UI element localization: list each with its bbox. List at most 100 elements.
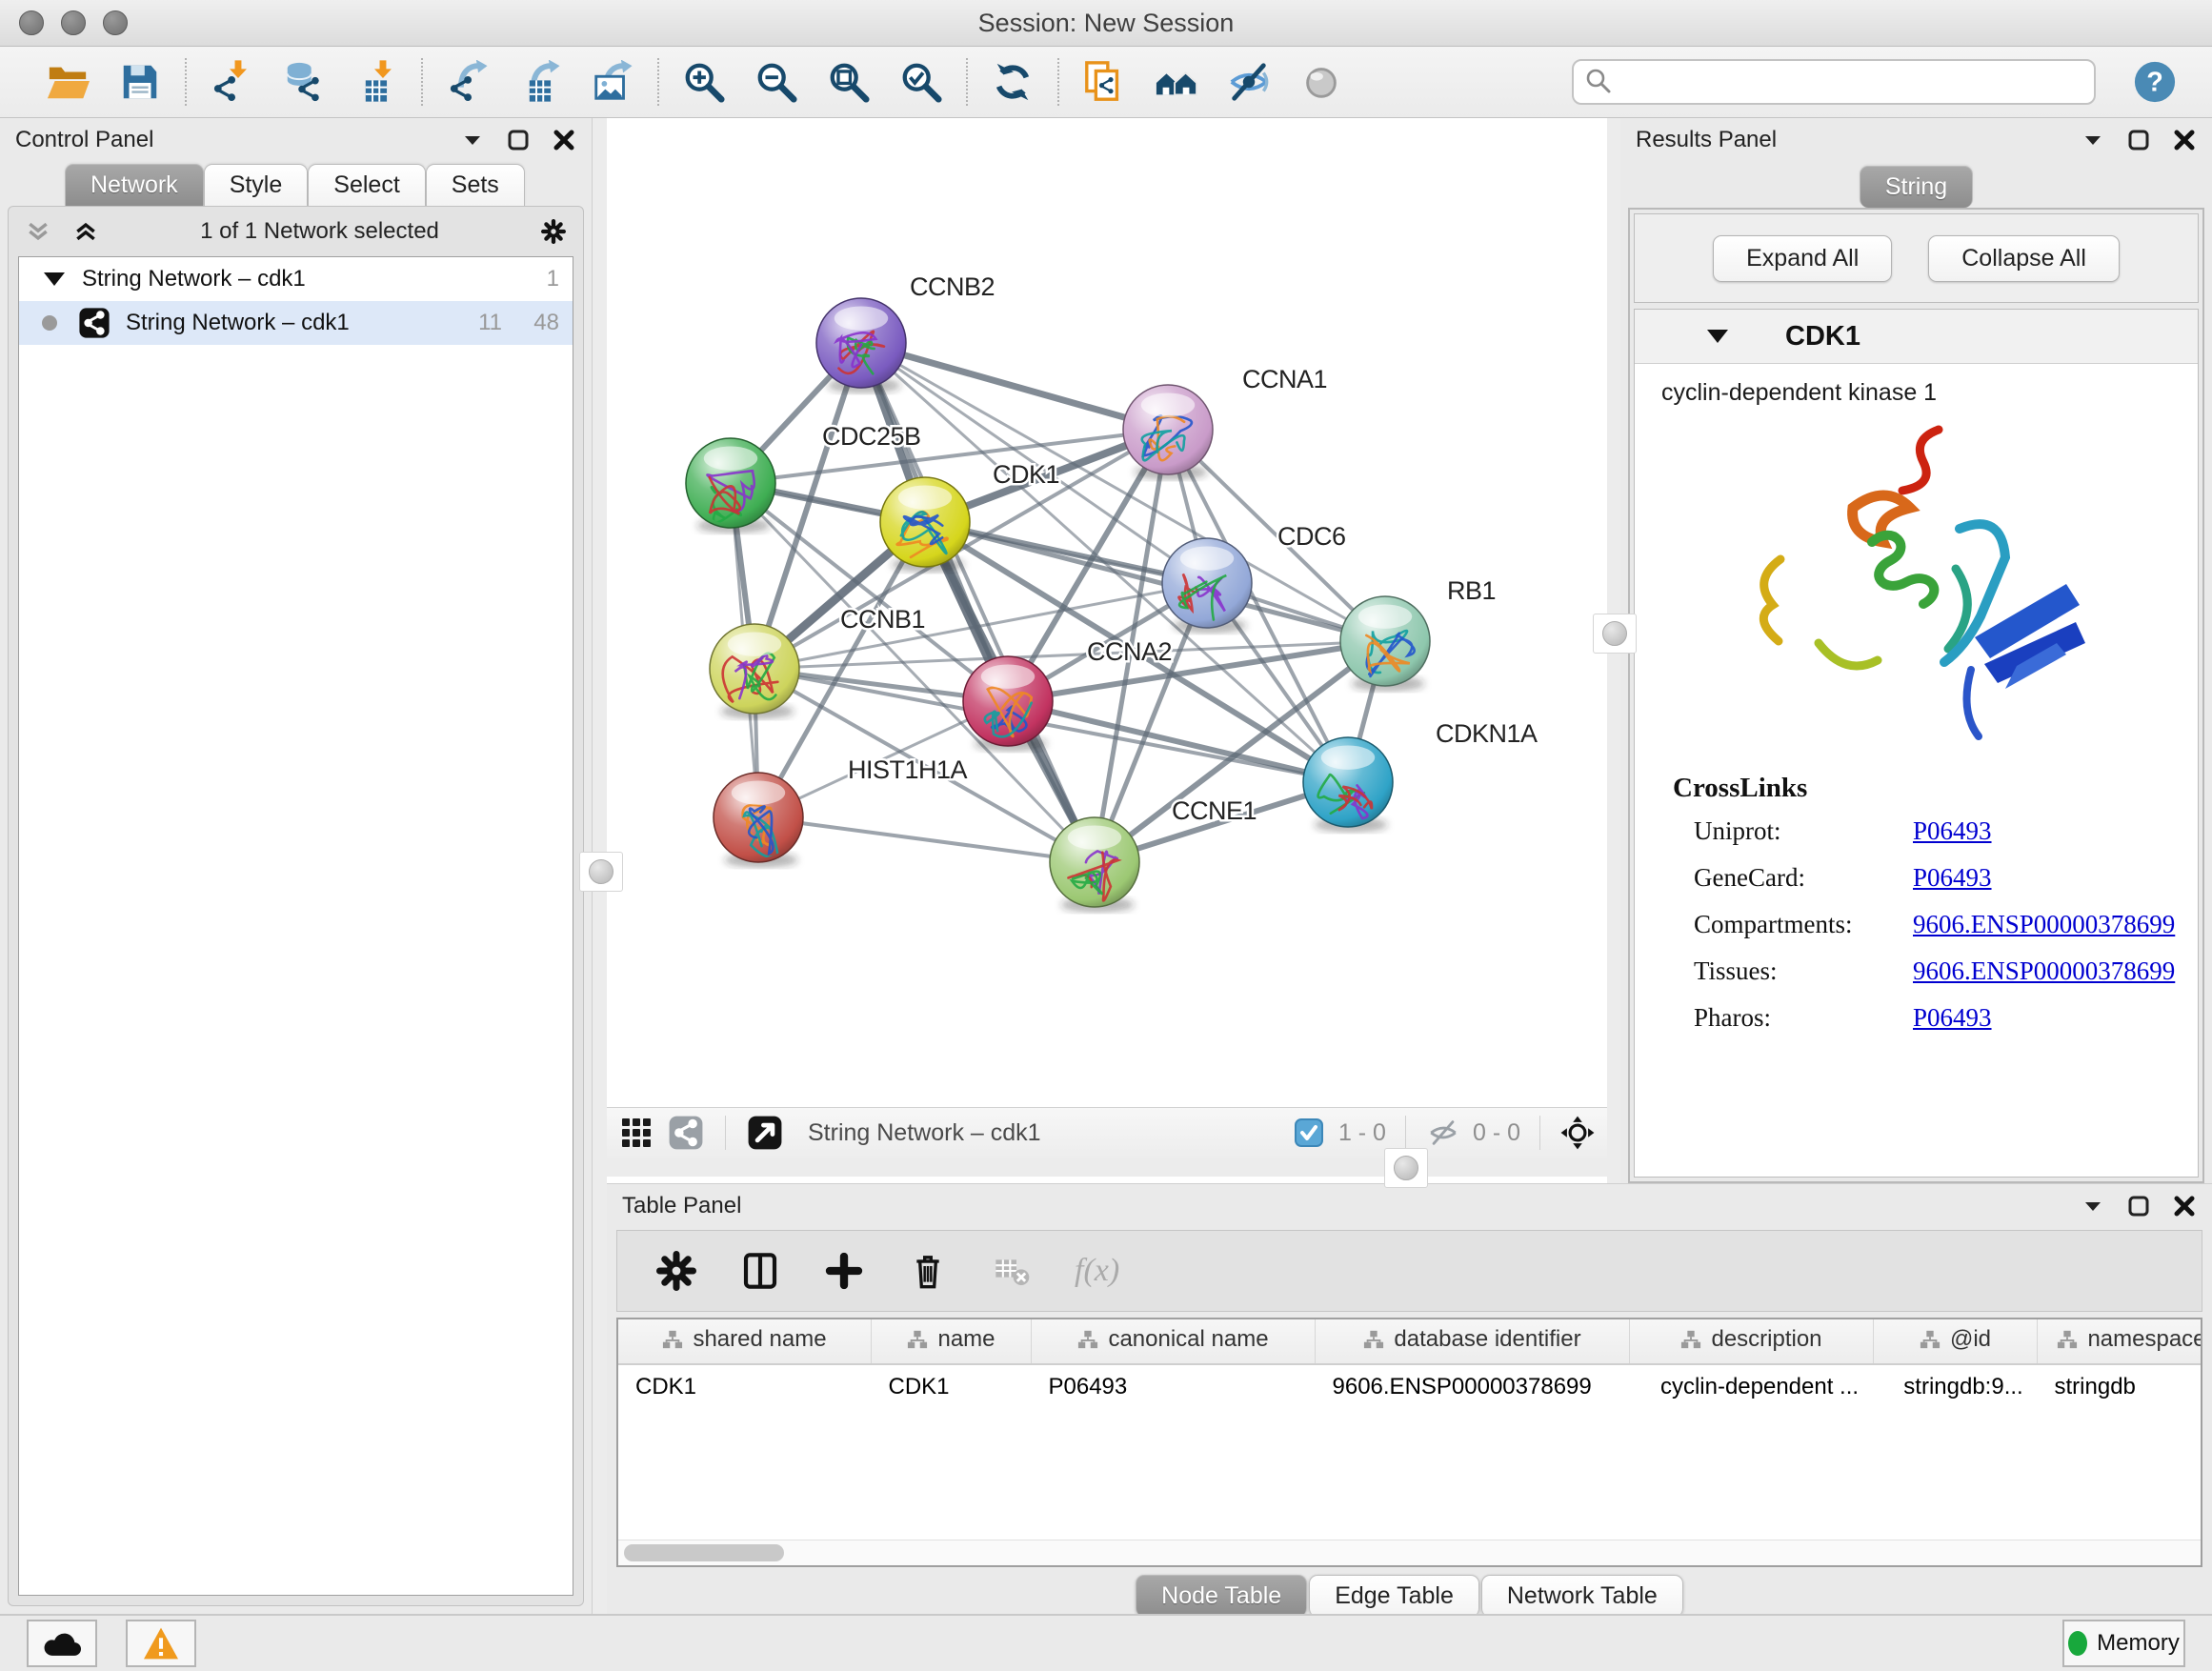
crosslink-link[interactable]: P06493 [1913, 816, 1992, 846]
network-edge-CCNE1-HIST1H1A[interactable] [758, 817, 1095, 862]
hide-selected-icon[interactable] [1225, 58, 1273, 106]
table-settings-gear-icon[interactable] [655, 1250, 697, 1292]
column-header-namespace[interactable]: namespace [2038, 1319, 2203, 1364]
collection-expander-icon[interactable] [44, 272, 65, 286]
gene-expander-icon[interactable] [1707, 330, 1728, 343]
node-label-CCNA1: CCNA1 [1242, 365, 1327, 393]
table-row[interactable]: CDK1CDK1P064939606.ENSP00000378699cyclin… [618, 1364, 2202, 1409]
collapse-all-button[interactable]: Collapse All [1928, 235, 2120, 282]
network-row[interactable]: String Network – cdk1 11 48 [19, 301, 573, 345]
tab-network-table[interactable]: Network Table [1481, 1575, 1683, 1617]
import-database-icon[interactable] [280, 58, 328, 106]
gene-section-header[interactable]: CDK1 [1635, 310, 2198, 364]
float-panel-icon[interactable] [506, 128, 531, 152]
network-canvas[interactable]: CCNB2CCNA1CDC25BCDK1CDC6RB1CCNB1CCNA2CDK… [607, 118, 1607, 1107]
warning-button[interactable] [126, 1620, 196, 1667]
network-overview-icon[interactable] [668, 1115, 704, 1151]
open-session-icon[interactable] [44, 58, 91, 106]
close-panel-icon[interactable] [2172, 1194, 2197, 1218]
tab-edge-table[interactable]: Edge Table [1309, 1575, 1479, 1617]
show-hidden-icon[interactable] [1297, 58, 1345, 106]
table-cell[interactable]: 9606.ENSP00000378699 [1316, 1364, 1630, 1409]
close-panel-icon[interactable] [2172, 128, 2197, 152]
network-collection-row[interactable]: String Network – cdk1 1 [19, 257, 573, 301]
add-column-icon[interactable] [823, 1250, 865, 1292]
tab-string[interactable]: String [1860, 166, 1973, 208]
crosslink-label: GeneCard: [1694, 863, 1913, 893]
crosslink-link[interactable]: P06493 [1913, 1003, 1992, 1033]
float-panel-icon[interactable] [2126, 128, 2151, 152]
network-node-CCNE1[interactable]: CCNE1 [1050, 796, 1257, 913]
table-cell[interactable]: CDK1 [872, 1364, 1032, 1409]
function-builder-icon: f(x) [1075, 1253, 1119, 1289]
close-panel-icon[interactable] [552, 128, 576, 152]
table-cell[interactable]: stringdb [2038, 1364, 2203, 1409]
first-neighbors-icon[interactable] [1153, 58, 1200, 106]
control-panel-title: Control Panel [15, 127, 153, 153]
export-image-icon[interactable] [589, 58, 636, 106]
scrollbar-thumb[interactable] [624, 1544, 784, 1561]
network-selection-status: 1 of 1 Network selected [121, 218, 518, 245]
collapse-all-networks-icon[interactable] [26, 219, 50, 244]
zoom-in-icon[interactable] [680, 58, 728, 106]
crosslink-link[interactable]: 9606.ENSP00000378699 [1913, 910, 2175, 939]
network-tree: String Network – cdk1 1 String Network –… [18, 256, 573, 1596]
panel-menu-icon[interactable] [2081, 1194, 2105, 1218]
tab-network[interactable]: Network [65, 164, 204, 206]
bottom-splitter[interactable] [607, 1158, 1607, 1177]
network-options-gear-icon[interactable] [541, 219, 566, 244]
table-cell[interactable]: cyclin-dependent ... [1630, 1364, 1874, 1409]
collection-label: String Network – cdk1 [82, 266, 306, 292]
crosslink-row: Compartments:9606.ENSP00000378699 [1635, 901, 2198, 948]
detach-view-icon[interactable] [747, 1115, 783, 1151]
cloud-status-button[interactable] [27, 1620, 97, 1667]
zoom-fit-icon[interactable] [825, 58, 873, 106]
save-session-icon[interactable] [116, 58, 164, 106]
table-horizontal-scrollbar[interactable] [618, 1540, 2201, 1565]
network-node-RB1[interactable]: RB1 [1340, 576, 1496, 692]
table-cell[interactable]: CDK1 [618, 1364, 872, 1409]
column-header-name[interactable]: name [872, 1319, 1032, 1364]
search-input[interactable] [1572, 59, 2096, 105]
network-from-selection-icon[interactable] [1080, 58, 1128, 106]
tab-node-table[interactable]: Node Table [1136, 1575, 1307, 1617]
column-header-@id[interactable]: @id [1874, 1319, 2038, 1364]
tab-select[interactable]: Select [308, 164, 425, 206]
zoom-out-icon[interactable] [753, 58, 800, 106]
crosslink-link[interactable]: 9606.ENSP00000378699 [1913, 956, 2175, 986]
import-network-icon[interactable] [208, 58, 255, 106]
column-header-database-identifier[interactable]: database identifier [1316, 1319, 1630, 1364]
panel-menu-icon[interactable] [460, 128, 485, 152]
tab-style[interactable]: Style [204, 164, 309, 206]
svg-text:?: ? [2146, 68, 2163, 98]
network-edge-count: 48 [502, 310, 559, 336]
export-table-icon[interactable] [516, 58, 564, 106]
column-header-shared-name[interactable]: shared name [618, 1319, 872, 1364]
delete-column-trash-icon[interactable] [907, 1250, 949, 1292]
column-header-description[interactable]: description [1630, 1319, 1874, 1364]
float-panel-icon[interactable] [2126, 1194, 2151, 1218]
panel-menu-icon[interactable] [2081, 128, 2105, 152]
right-splitter[interactable] [1607, 118, 1620, 1183]
network-node-HIST1H1A[interactable]: HIST1H1A [714, 755, 968, 868]
zoom-selected-icon[interactable] [897, 58, 945, 106]
grid-view-icon[interactable] [618, 1115, 654, 1151]
column-header-canonical-name[interactable]: canonical name [1032, 1319, 1316, 1364]
import-table-icon[interactable] [352, 58, 400, 106]
crosslink-link[interactable]: P06493 [1913, 863, 1992, 893]
network-node-CCNA1[interactable]: CCNA1 [1123, 365, 1327, 480]
network-node-CDKN1A[interactable]: CDKN1A [1303, 719, 1538, 833]
tab-sets[interactable]: Sets [426, 164, 525, 206]
show-columns-icon[interactable] [739, 1250, 781, 1292]
apply-layout-icon[interactable] [989, 58, 1036, 106]
expand-all-button[interactable]: Expand All [1713, 235, 1892, 282]
table-cell[interactable]: stringdb:9... [1874, 1364, 2038, 1409]
birdseye-toggle-icon[interactable] [1559, 1115, 1596, 1151]
table-cell[interactable]: P06493 [1032, 1364, 1316, 1409]
export-network-icon[interactable] [444, 58, 492, 106]
help-icon[interactable]: ? [2130, 57, 2180, 107]
selected-checkbox-icon[interactable] [1291, 1115, 1327, 1151]
expand-all-networks-icon[interactable] [73, 219, 98, 244]
left-splitter[interactable] [593, 118, 607, 1614]
memory-button[interactable]: Memory [2062, 1620, 2185, 1667]
